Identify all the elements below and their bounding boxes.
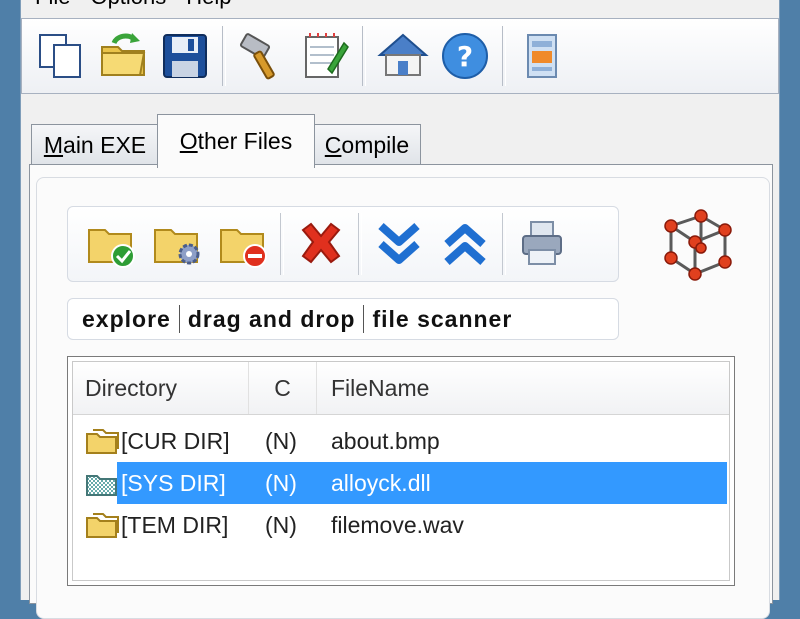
add-file-button[interactable]: [78, 211, 144, 277]
link-separator: [363, 305, 365, 333]
move-up-button[interactable]: [432, 211, 498, 277]
save-button[interactable]: [154, 25, 216, 87]
menu-file[interactable]: File: [35, 0, 86, 8]
explore-link[interactable]: explore: [82, 306, 171, 333]
list-header: Directory C FileName: [73, 362, 729, 415]
move-down-icon: [378, 223, 420, 264]
tab-other-files-mnemonic: O: [179, 128, 198, 154]
toolbar-separator: [280, 213, 284, 275]
folder-icon: [85, 420, 121, 462]
menu-options[interactable]: Options: [90, 0, 182, 8]
file-toolbar: [67, 206, 619, 282]
print-icon: [522, 221, 562, 265]
row-directory: [CUR DIR]: [121, 427, 230, 454]
toolbar-separator: [502, 213, 506, 275]
row-directory: [SYS DIR]: [121, 469, 226, 496]
file-list[interactable]: Directory C FileName [CUR DIR] (N) about…: [67, 356, 735, 586]
new-button[interactable]: [30, 25, 92, 87]
archive-button[interactable]: [512, 25, 574, 87]
column-header-directory[interactable]: Directory: [73, 362, 249, 414]
menu-help[interactable]: Help: [186, 0, 247, 8]
tab-other-files[interactable]: Other Files: [157, 114, 315, 168]
column-header-c[interactable]: C: [249, 362, 317, 414]
row-c: (N): [265, 427, 297, 454]
edit-button[interactable]: [294, 25, 356, 87]
group-panel: explore drag and drop file scanner Direc…: [36, 177, 770, 619]
view-mode-strip: explore drag and drop file scanner: [67, 298, 619, 340]
link-separator: [178, 305, 180, 333]
file-list-body: Directory C FileName [CUR DIR] (N) about…: [72, 361, 730, 581]
help-icon: ?: [442, 33, 488, 79]
archive-icon: [527, 34, 557, 78]
row-filename: alloyck.dll: [331, 469, 431, 496]
svg-text:?: ?: [457, 40, 473, 73]
home-icon: [377, 33, 429, 76]
toolbar-separator: [222, 26, 226, 86]
folder-settings-button[interactable]: [144, 211, 210, 277]
tab-page-other-files: explore drag and drop file scanner Direc…: [29, 164, 773, 619]
tab-compile-mnemonic: C: [324, 132, 342, 158]
build-button[interactable]: [232, 25, 294, 87]
tab-compile-label: ompile: [341, 132, 410, 158]
delete-button[interactable]: [288, 211, 354, 277]
drag-and-drop-link[interactable]: drag and drop: [188, 306, 356, 333]
folder-check-icon: [88, 229, 135, 268]
table-row-selected[interactable]: [SYS DIR] (N) alloyck.dll: [73, 462, 729, 504]
move-up-icon: [444, 224, 486, 265]
tab-other-files-label: ther Files: [197, 128, 293, 154]
menu-bar: File Options Help: [21, 0, 779, 8]
tab-main-exe-mnemonic: M: [43, 132, 64, 158]
molecule-icon: [664, 209, 732, 281]
row-c: (N): [265, 469, 297, 496]
app-window: File Options Help: [20, 0, 780, 619]
row-filename: filemove.wav: [331, 511, 464, 538]
system-dir-icon: [85, 462, 121, 504]
toolbar-separator: [358, 213, 362, 275]
toolbar-separator: [502, 26, 506, 86]
tab-main-exe-label: ain EXE: [63, 132, 147, 158]
row-filename: about.bmp: [331, 427, 440, 454]
table-row[interactable]: [TEM DIR] (N) filemove.wav: [73, 504, 729, 546]
hammer-icon: [239, 33, 275, 80]
folder-icon: [85, 504, 121, 546]
folder-gear-icon: [154, 229, 200, 265]
new-icon: [39, 34, 81, 78]
remove-file-button[interactable]: [210, 211, 276, 277]
open-folder-icon: [101, 33, 146, 76]
print-button[interactable]: [510, 211, 576, 277]
notepad-icon: [305, 33, 349, 78]
move-down-button[interactable]: [366, 211, 432, 277]
row-directory: [TEM DIR]: [121, 511, 229, 538]
table-row[interactable]: [CUR DIR] (N) about.bmp: [73, 420, 729, 462]
column-header-filename[interactable]: FileName: [317, 362, 717, 414]
home-button[interactable]: [372, 25, 434, 87]
row-c: (N): [265, 511, 297, 538]
tab-compile[interactable]: Compile: [313, 124, 421, 166]
save-icon: [163, 34, 207, 78]
folder-remove-icon: [220, 229, 267, 268]
toolbar-separator: [362, 26, 366, 86]
tab-main-exe[interactable]: Main EXE: [31, 124, 159, 166]
delete-icon: [301, 222, 341, 264]
open-button[interactable]: [92, 25, 154, 87]
help-button[interactable]: ?: [434, 25, 496, 87]
file-scanner-link[interactable]: file scanner: [372, 306, 512, 333]
main-toolbar: ?: [21, 18, 779, 94]
